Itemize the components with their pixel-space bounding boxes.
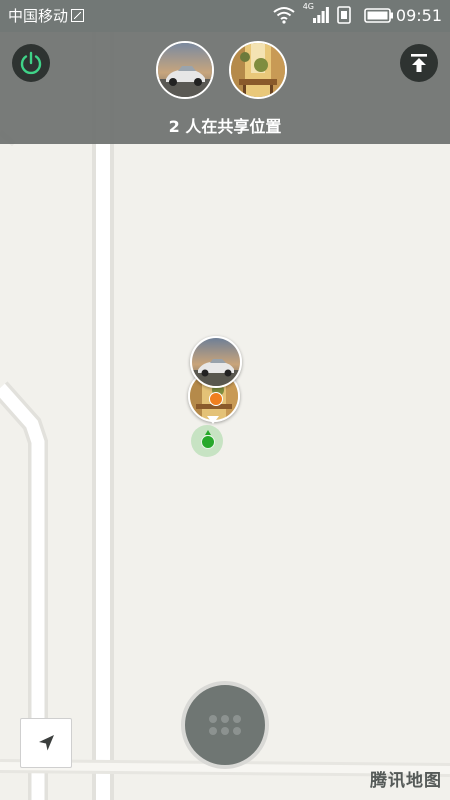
carrier-text: 中国移动 <box>8 7 69 25</box>
clock-time: 09:51 <box>395 6 442 25</box>
battery-icon <box>364 8 394 27</box>
phone-status-icon <box>336 6 352 28</box>
car-avatar-icon <box>158 43 212 97</box>
signal-strength-icon <box>313 7 329 27</box>
collapse-to-top-icon <box>411 54 427 72</box>
car-avatar-icon <box>192 338 240 386</box>
sim-card-icon <box>71 9 85 22</box>
friend-location-dot <box>209 392 223 406</box>
grid-dots-icon <box>209 715 241 735</box>
minimize-button[interactable] <box>400 44 438 82</box>
sharing-header: 2 人在共享位置 <box>0 32 450 144</box>
locate-me-button[interactable] <box>20 718 72 768</box>
my-location-dot <box>201 435 215 449</box>
sharing-count-text: 2 人在共享位置 <box>168 117 282 136</box>
friend-marker-car[interactable] <box>190 336 242 388</box>
exit-sharing-button[interactable] <box>12 44 50 82</box>
cafe-avatar-icon <box>231 43 285 97</box>
heading-arrow-icon <box>205 430 211 435</box>
participant-avatar-cafe[interactable] <box>229 41 287 99</box>
tencent-map-logo: 腾讯地图 <box>370 771 442 791</box>
participant-avatar-car[interactable] <box>156 41 214 99</box>
hold-to-talk-button[interactable] <box>181 681 269 769</box>
marker-pin-tail <box>207 416 219 424</box>
power-icon <box>20 51 42 75</box>
wifi-icon <box>273 6 295 28</box>
status-bar: 中国移动 4G 09:51 <box>0 0 450 32</box>
navigation-arrow-icon <box>39 735 54 751</box>
carrier-label: 中国移动 <box>8 7 85 25</box>
